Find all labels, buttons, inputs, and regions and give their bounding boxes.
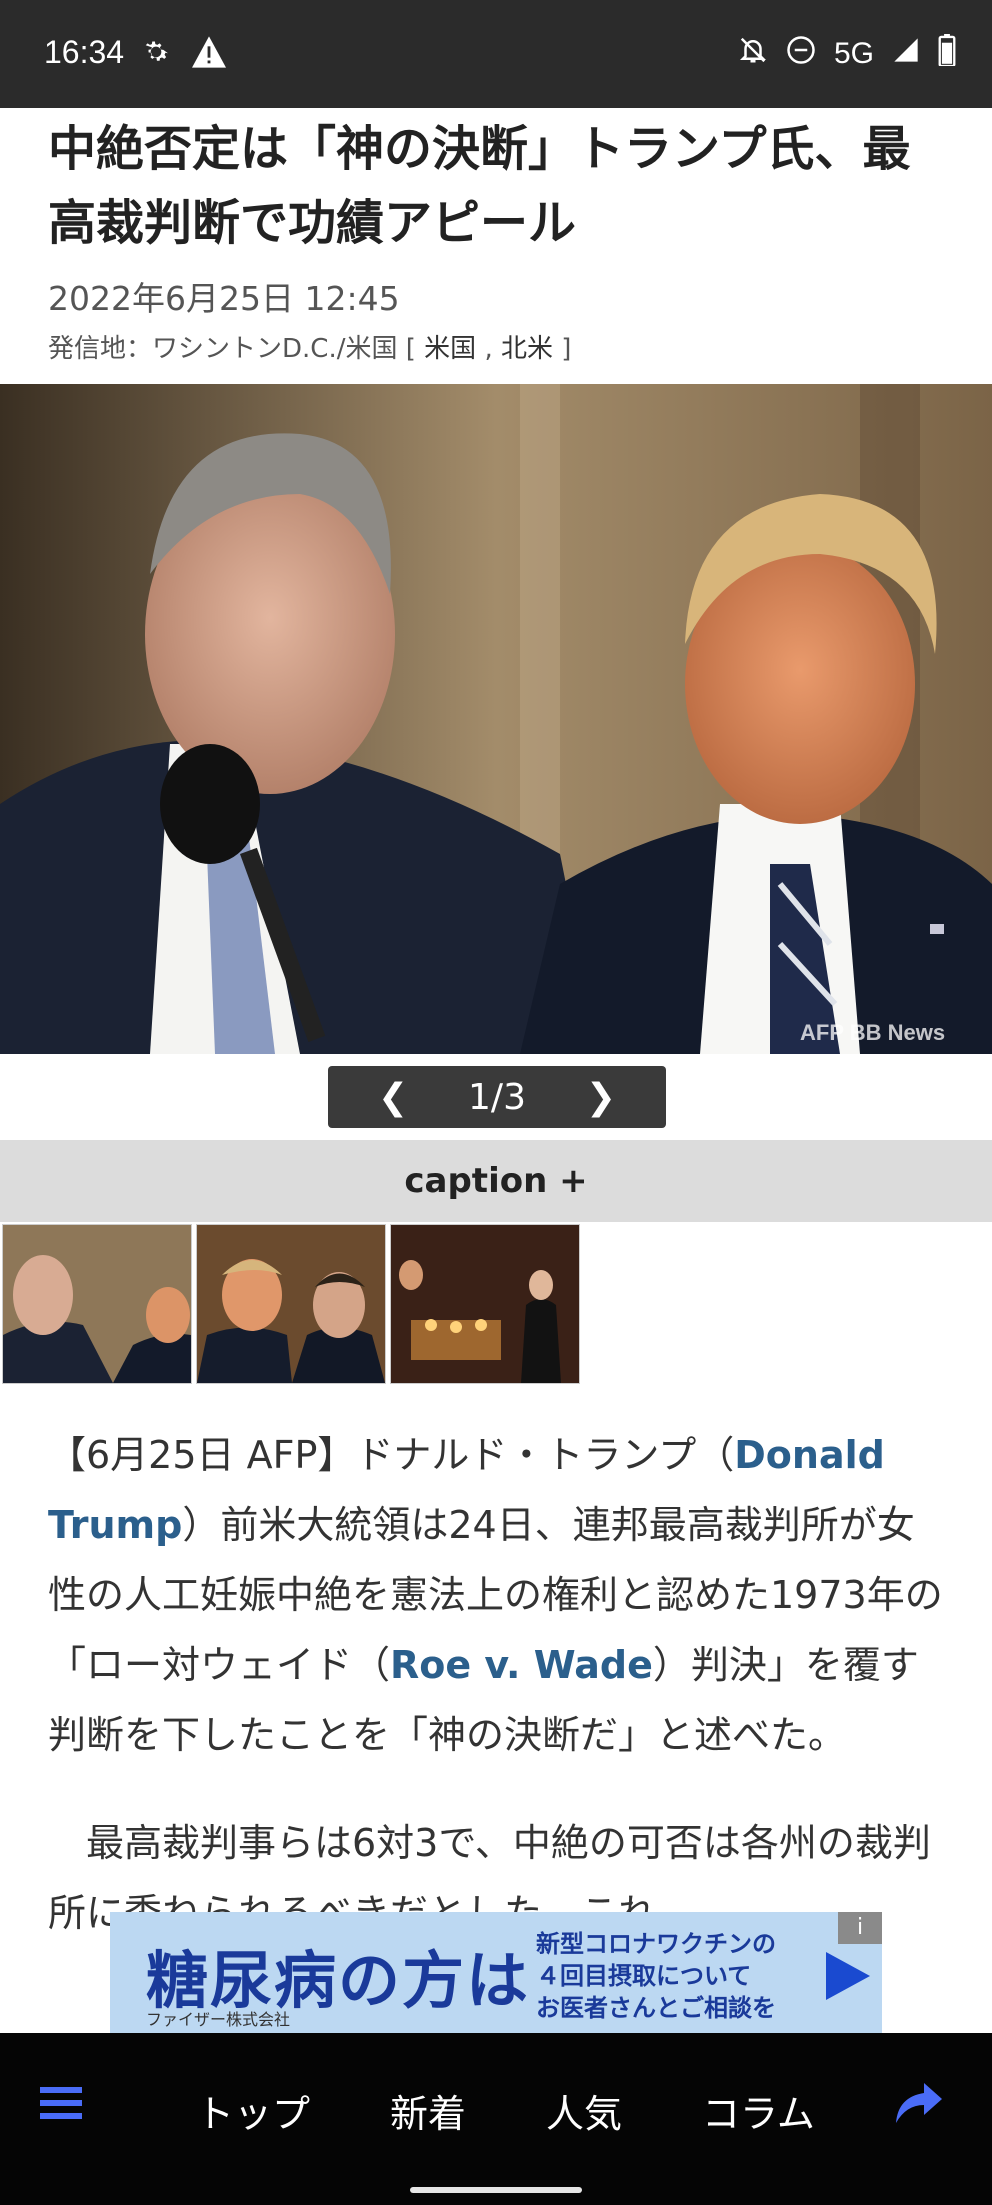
link-roe-v-wade[interactable]: Roe v. Wade	[390, 1643, 653, 1687]
bottom-navigation: トップ 新着 人気 コラム	[0, 2033, 992, 2205]
signal-icon	[892, 36, 920, 72]
do-not-disturb-icon	[786, 35, 816, 73]
ad-sponsor: ファイザー株式会社	[146, 2010, 291, 2029]
article-paragraph-1: 【6月25日 AFP】ドナルド・トランプ（Donald Trump）前米大統領は…	[48, 1420, 948, 1770]
thumbnail-2[interactable]	[196, 1224, 386, 1384]
tag-link-north-america[interactable]: 北米	[501, 334, 553, 364]
photo-credit: AFP BB News	[800, 1020, 945, 1045]
ad-side-line: お医者さんとご相談を	[536, 1994, 776, 2022]
ad-side-line: 新型コロナワクチンの	[536, 1930, 776, 1958]
photo-pager: ❮ 1/3 ❯	[328, 1066, 666, 1128]
warning-icon	[192, 36, 226, 72]
thumbnail-1[interactable]	[2, 1224, 192, 1384]
article-title: 中絶否定は「神の決断」トランプ氏、最高裁判断で功績アピール	[48, 121, 911, 251]
ad-side-text: 新型コロナワクチンの ４回目摂取について お医者さんとご相談を	[536, 1928, 776, 2024]
home-indicator[interactable]	[410, 2187, 582, 2193]
bell-off-icon	[738, 35, 768, 73]
ad-side-line: ４回目摂取について	[536, 1962, 752, 1990]
menu-icon[interactable]	[38, 2081, 84, 2129]
article-dateline: 発信地：ワシントンD.C./米国 [ 米国 , 北米 ]	[48, 328, 571, 365]
nav-top[interactable]: トップ	[196, 2083, 310, 2138]
status-right: 5G	[738, 34, 956, 74]
share-icon[interactable]	[894, 2081, 944, 2129]
photo-thumbnails	[2, 1224, 580, 1384]
caption-toggle[interactable]: caption +	[0, 1140, 992, 1222]
tag-separator: ,	[484, 334, 493, 364]
dateline-location: 発信地：ワシントンD.C./米国	[48, 334, 398, 364]
thumbnail-3[interactable]	[390, 1224, 580, 1384]
battery-icon	[938, 34, 956, 74]
ad-banner[interactable]: 糖尿病の方は ファイザー株式会社 新型コロナワクチンの ４回目摂取について お医…	[110, 1912, 882, 2036]
tag-bracket-close: ]	[561, 334, 572, 364]
nav-column[interactable]: コラム	[702, 2083, 815, 2138]
play-arrow-icon	[826, 1952, 870, 2004]
status-time: 16:34	[44, 34, 125, 70]
status-bar: 16:34 5G	[0, 0, 992, 108]
ad-info-button[interactable]: i	[838, 1912, 882, 1944]
network-label: 5G	[833, 37, 874, 70]
tag-link-us[interactable]: 米国	[424, 334, 476, 364]
gear-icon	[140, 36, 172, 72]
nav-popular[interactable]: 人気	[546, 2083, 622, 2138]
article-date: 2022年6月25日 12:45	[48, 279, 400, 318]
article-body: 【6月25日 AFP】ドナルド・トランプ（Donald Trump）前米大統領は…	[48, 1420, 948, 1986]
next-photo-button[interactable]: ❯	[586, 1077, 616, 1118]
prev-photo-button[interactable]: ❮	[378, 1077, 408, 1118]
main-photo[interactable]: AFP BB News	[0, 384, 992, 1054]
tag-bracket-open: [	[405, 334, 416, 364]
nav-new[interactable]: 新着	[390, 2083, 466, 2138]
photo-counter: 1/3	[468, 1076, 526, 1118]
paragraph-text: 【6月25日 AFP】ドナルド・トランプ（	[48, 1433, 735, 1477]
